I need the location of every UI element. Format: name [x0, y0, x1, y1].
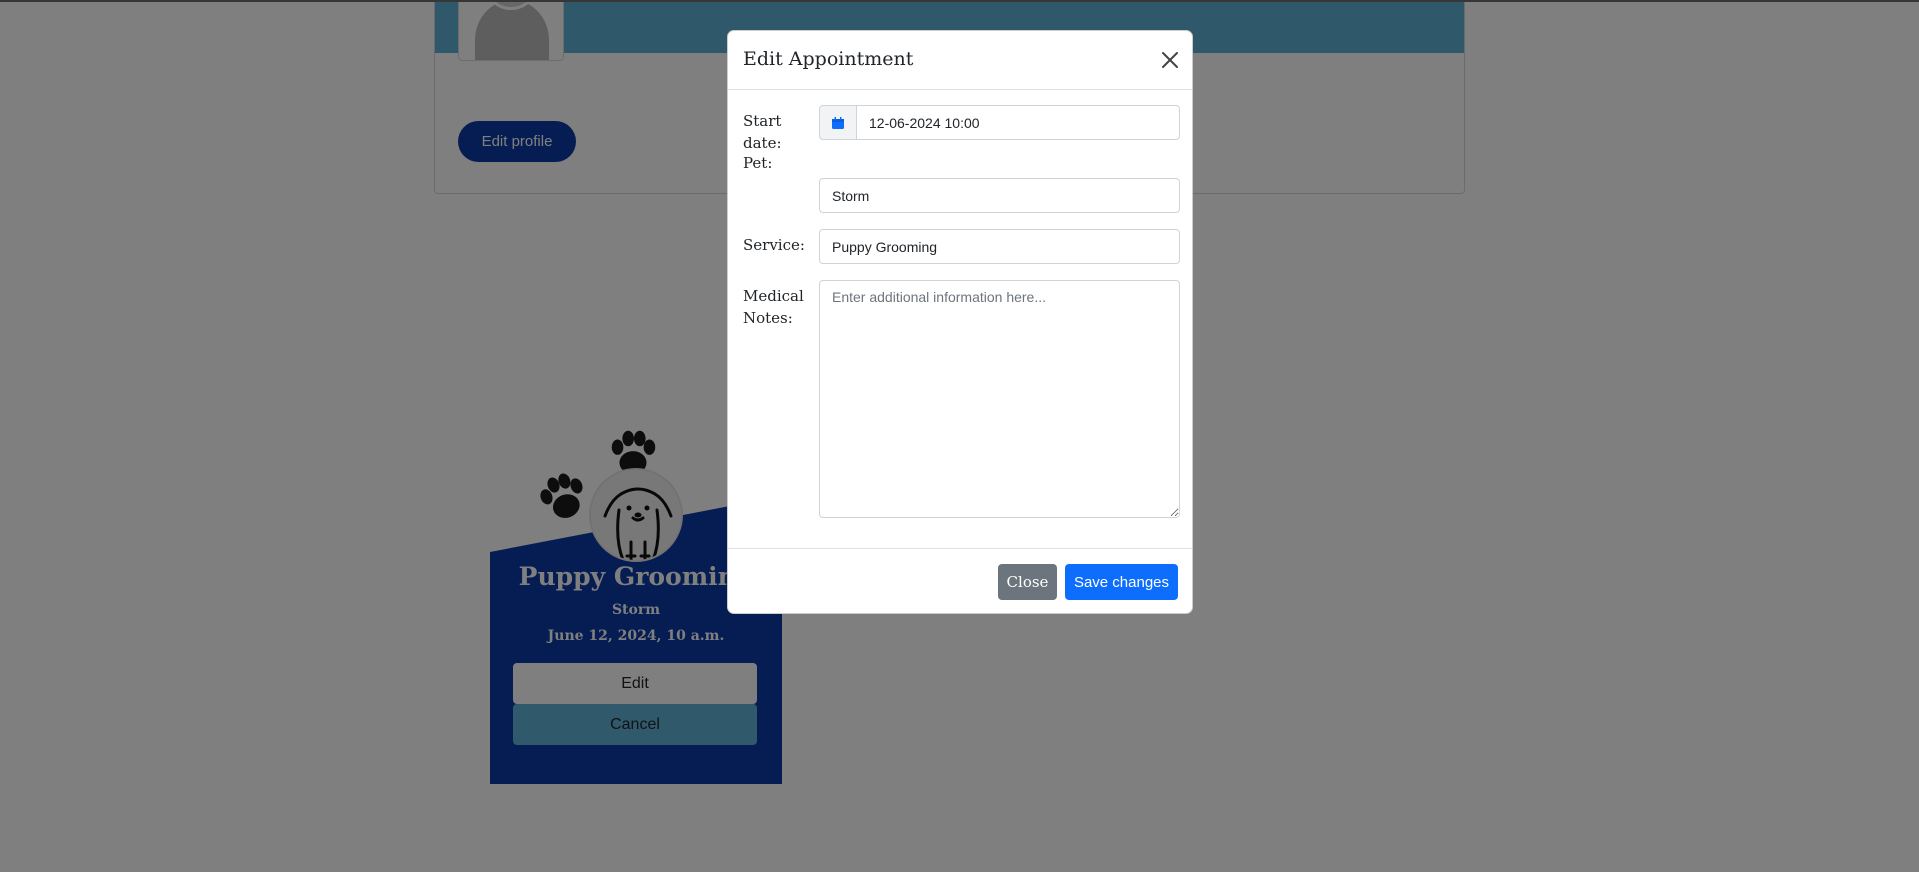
- modal-header: Edit Appointment: [728, 31, 1192, 90]
- save-changes-button[interactable]: Save changes: [1065, 564, 1178, 600]
- start-date-group: [819, 105, 1180, 140]
- date-picker-button[interactable]: [819, 105, 857, 140]
- edit-appointment-modal: Edit Appointment Start date: Pet: Servic…: [727, 30, 1193, 614]
- start-date-input[interactable]: [856, 105, 1180, 140]
- modal-footer: Close Save changes: [728, 548, 1192, 614]
- close-icon: [1162, 52, 1178, 68]
- start-date-label: Start date:: [743, 112, 782, 152]
- close-button[interactable]: Close: [998, 564, 1057, 600]
- pet-label: Pet:: [743, 154, 773, 172]
- modal-title: Edit Appointment: [743, 48, 914, 70]
- calendar-icon: [832, 116, 844, 129]
- modal-close-button[interactable]: [1159, 49, 1181, 71]
- medical-notes-textarea[interactable]: [819, 280, 1180, 518]
- medical-notes-label: Medical Notes:: [743, 287, 804, 327]
- service-input[interactable]: [819, 229, 1180, 264]
- service-label: Service:: [743, 236, 805, 254]
- pet-input[interactable]: [819, 178, 1180, 213]
